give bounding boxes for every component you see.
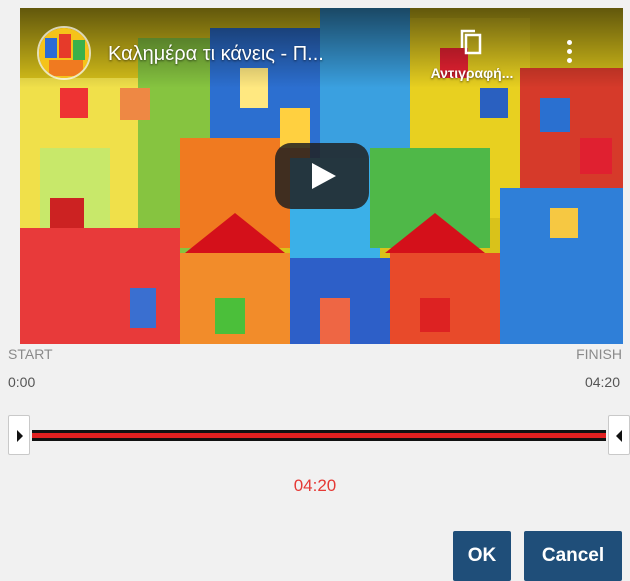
clip-duration: 04:20 [293,476,337,495]
start-time: 0:00 [8,374,36,390]
trim-slider[interactable] [8,414,630,456]
video-player[interactable]: Καλημέρα τι κάνεις - Π... Αντιγραφή... [20,8,623,344]
cancel-button[interactable]: Cancel [524,531,622,581]
more-vert-icon[interactable] [560,40,578,70]
copy-link-label: Αντιγραφή... [430,65,514,81]
ok-button[interactable]: OK [453,531,511,581]
channel-avatar[interactable] [37,26,91,80]
trim-end-handle[interactable] [608,415,630,455]
video-title[interactable]: Καλημέρα τι κάνεις - Π... [108,43,324,66]
trim-start-handle[interactable] [8,415,30,455]
finish-label: FINISH [576,346,622,362]
trim-track[interactable] [32,430,606,441]
start-label: START [8,346,53,362]
copy-link-icon [460,29,482,55]
copy-link-button[interactable]: Αντιγραφή... [412,28,532,98]
play-button[interactable] [275,143,369,209]
finish-time: 04:20 [584,374,620,390]
trim-selected-range [32,433,606,438]
